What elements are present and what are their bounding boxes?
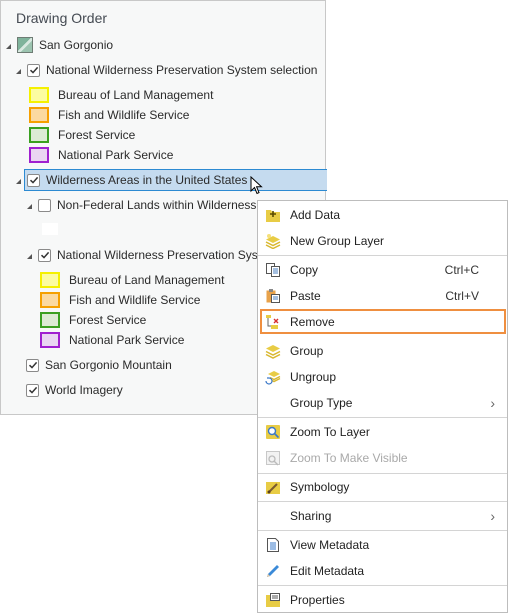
menu-item-view-metadata[interactable]: View Metadata <box>258 532 507 558</box>
layer-label: National Wilderness Preservation System <box>57 248 278 262</box>
visibility-checkbox[interactable] <box>26 383 39 397</box>
chevron-right-icon: › <box>490 508 495 524</box>
layer-label: Wilderness Areas in the United States <box>46 173 248 187</box>
visibility-checkbox[interactable] <box>38 248 51 262</box>
expander-icon[interactable] <box>27 253 32 259</box>
view-metadata-icon <box>265 537 281 553</box>
visibility-checkbox[interactable] <box>38 198 51 212</box>
legend-label: Forest Service <box>69 313 147 327</box>
legend-swatch <box>29 127 49 143</box>
zoom-to-layer-icon <box>265 424 281 440</box>
menu-item-sharing[interactable]: Sharing › <box>258 503 507 529</box>
menu-item-new-group-layer[interactable]: New Group Layer <box>258 228 507 254</box>
menu-item-symbology[interactable]: Symbology <box>258 474 507 500</box>
legend-swatch <box>29 107 49 123</box>
menu-item-properties[interactable]: Properties <box>258 587 507 613</box>
copy-icon <box>265 262 281 278</box>
menu-item-edit-metadata[interactable]: Edit Metadata <box>258 558 507 584</box>
menu-separator <box>258 417 507 418</box>
add-data-icon <box>265 207 281 223</box>
paste-icon <box>265 288 281 304</box>
remove-highlight-box <box>260 309 506 334</box>
layer-nwps-selection[interactable]: National Wilderness Preservation System … <box>16 60 317 80</box>
legend-swatch <box>29 87 49 103</box>
menu-item-paste[interactable]: Paste Ctrl+V <box>258 283 507 309</box>
symbology-icon <box>265 479 281 495</box>
expander-icon[interactable] <box>16 178 21 184</box>
legend-item: Forest Service <box>40 310 146 330</box>
ungroup-icon <box>265 369 281 385</box>
legend-item: Bureau of Land Management <box>40 270 224 290</box>
new-group-layer-icon <box>265 233 281 249</box>
pane-title: Drawing Order <box>16 10 108 26</box>
menu-separator <box>258 501 507 502</box>
layer-non-federal-lands[interactable]: Non-Federal Lands within Wilderness <box>27 195 256 215</box>
legend-item: Bureau of Land Management <box>29 85 213 105</box>
visibility-checkbox[interactable] <box>27 173 40 187</box>
legend-label: National Park Service <box>58 148 174 162</box>
menu-item-zoom-to-layer[interactable]: Zoom To Layer <box>258 419 507 445</box>
legend-label: Fish and Wildlife Service <box>69 293 201 307</box>
layer-label: San Gorgonio Mountain <box>45 358 172 372</box>
layer-label: Non-Federal Lands within Wilderness <box>57 198 257 212</box>
layer-label: World Imagery <box>45 383 123 397</box>
menu-item-group[interactable]: Group <box>258 338 507 364</box>
legend-label: Bureau of Land Management <box>69 273 225 287</box>
legend-item: Fish and Wildlife Service <box>40 290 200 310</box>
legend-label: Forest Service <box>58 128 136 142</box>
expander-icon[interactable] <box>27 203 32 209</box>
checkmark-icon <box>29 176 38 184</box>
properties-icon <box>265 592 281 608</box>
expander-icon[interactable] <box>6 43 11 49</box>
menu-separator <box>258 585 507 586</box>
group-icon <box>265 343 281 359</box>
zoom-to-make-visible-icon <box>265 450 281 466</box>
menu-separator <box>258 530 507 531</box>
legend-item: Forest Service <box>29 125 135 145</box>
menu-separator <box>258 255 507 256</box>
layer-wilderness-areas[interactable]: Wilderness Areas in the United States <box>16 170 247 190</box>
legend-item: Fish and Wildlife Service <box>29 105 189 125</box>
menu-item-add-data[interactable]: Add Data <box>258 202 507 228</box>
legend-swatch-empty <box>42 223 58 235</box>
checkmark-icon <box>40 251 49 259</box>
layer-nwps[interactable]: National Wilderness Preservation System <box>27 245 278 265</box>
layer-label: National Wilderness Preservation System … <box>46 63 318 77</box>
menu-item-copy[interactable]: Copy Ctrl+C <box>258 257 507 283</box>
menu-item-ungroup[interactable]: Ungroup <box>258 364 507 390</box>
visibility-checkbox[interactable] <box>27 63 40 77</box>
checkmark-icon <box>28 386 37 394</box>
legend-swatch <box>40 332 60 348</box>
legend-item: National Park Service <box>29 145 173 165</box>
checkmark-icon <box>28 361 37 369</box>
layer-san-gorgonio-mountain[interactable]: San Gorgonio Mountain <box>26 355 172 375</box>
legend-label: Fish and Wildlife Service <box>58 108 190 122</box>
layer-world-imagery[interactable]: World Imagery <box>26 380 123 400</box>
checkmark-icon <box>29 66 38 74</box>
menu-item-zoom-to-make-visible: Zoom To Make Visible <box>258 445 507 471</box>
map-label: San Gorgonio <box>39 38 114 52</box>
legend-item: National Park Service <box>40 330 184 350</box>
legend-swatch <box>40 292 60 308</box>
legend-label: Bureau of Land Management <box>58 88 214 102</box>
chevron-right-icon: › <box>490 395 495 411</box>
menu-item-group-type[interactable]: Group Type › <box>258 390 507 416</box>
map-item-san-gorgonio[interactable]: San Gorgonio <box>6 35 113 55</box>
legend-label: National Park Service <box>69 333 185 347</box>
expander-icon[interactable] <box>16 68 21 74</box>
mouse-cursor-icon <box>250 176 263 195</box>
legend-swatch <box>40 272 60 288</box>
map-icon <box>17 37 33 53</box>
context-menu: Add Data New Group Layer Copy Ctrl+C Pas… <box>257 200 508 613</box>
legend-swatch <box>40 312 60 328</box>
visibility-checkbox[interactable] <box>26 358 39 372</box>
edit-metadata-icon <box>265 563 281 579</box>
legend-swatch <box>29 147 49 163</box>
